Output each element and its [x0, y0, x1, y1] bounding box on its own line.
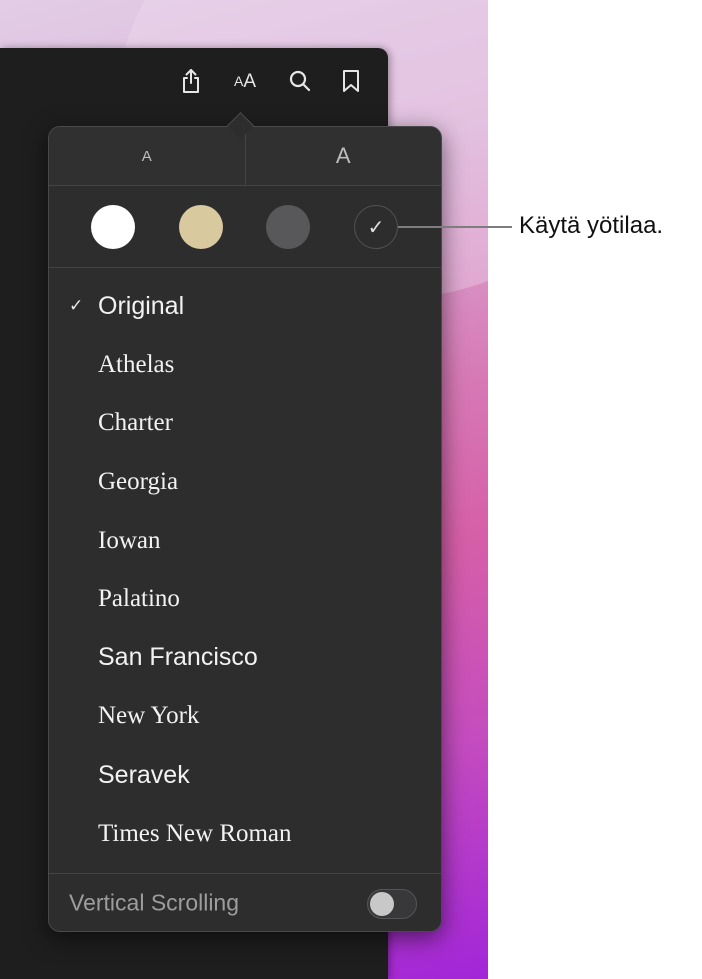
font-item-iowan[interactable]: Iowan [49, 511, 441, 570]
font-item-label: Athelas [98, 350, 175, 378]
font-item-san-francisco[interactable]: San Francisco [49, 629, 441, 688]
increase-font-size-button[interactable]: A [246, 127, 442, 185]
theme-gray-swatch[interactable] [266, 205, 310, 249]
bookmark-icon[interactable] [338, 66, 364, 96]
text-size-icon[interactable]: AA [230, 66, 260, 96]
text-size-small-glyph: A [233, 73, 244, 89]
checkmark-icon: ✓ [367, 215, 385, 239]
font-item-label: Times New Roman [98, 819, 292, 847]
font-item-palatino[interactable]: Palatino [49, 570, 441, 629]
vertical-scrolling-toggle[interactable] [367, 889, 417, 919]
theme-row: ✓ [49, 186, 441, 268]
font-item-label: Charter [98, 409, 173, 437]
theme-sepia-swatch[interactable] [179, 205, 223, 249]
theme-white-swatch[interactable] [91, 205, 135, 249]
font-item-label: San Francisco [98, 643, 258, 672]
font-list: ✓ Original Athelas Charter Georgia Iowan… [49, 277, 441, 863]
callout-line [398, 226, 512, 228]
font-item-label: Palatino [98, 585, 180, 613]
checkmark-icon: ✓ [69, 296, 84, 317]
font-item-seravek[interactable]: Seravek [49, 746, 441, 805]
theme-night-swatch[interactable]: ✓ [354, 205, 398, 249]
font-item-label: Seravek [98, 760, 190, 789]
font-item-label: Original [98, 291, 185, 320]
font-item-label: Iowan [98, 526, 161, 554]
font-item-label: Georgia [98, 468, 179, 496]
font-item-athelas[interactable]: Athelas [49, 336, 441, 395]
toggle-knob [370, 892, 394, 916]
search-icon[interactable] [287, 66, 313, 96]
font-item-charter[interactable]: Charter [49, 394, 441, 453]
font-item-label: New York [98, 702, 200, 730]
font-item-new-york[interactable]: New York [49, 687, 441, 746]
vertical-scrolling-row: Vertical Scrolling [49, 873, 441, 932]
vertical-scrolling-label: Vertical Scrolling [69, 889, 240, 916]
share-icon[interactable] [178, 66, 204, 96]
callout-label: Käytä yötilaa. [519, 212, 664, 239]
font-size-row: A A [49, 127, 441, 186]
font-item-georgia[interactable]: Georgia [49, 453, 441, 512]
font-item-original[interactable]: ✓ Original [49, 277, 441, 336]
font-item-times-new-roman[interactable]: Times New Roman [49, 804, 441, 863]
text-size-large-glyph: A [243, 70, 257, 92]
appearance-popover: A A ✓ ✓ Original Athelas Charter Georgia… [48, 126, 442, 932]
decrease-font-size-button[interactable]: A [49, 127, 246, 185]
